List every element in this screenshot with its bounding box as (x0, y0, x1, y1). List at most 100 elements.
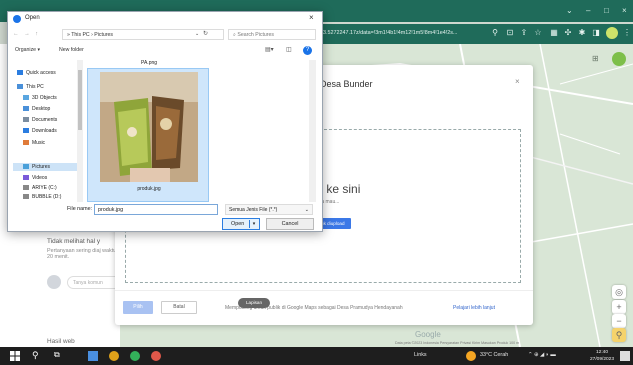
pin-icon[interactable]: ✱ (577, 28, 587, 38)
nav-item-pictures[interactable]: Pictures (23, 164, 50, 170)
product-photo-icon (100, 72, 198, 182)
nav-item-documents[interactable]: Documents (23, 117, 57, 123)
open-label: Open (231, 221, 245, 227)
filename-input[interactable]: produk.jpg (94, 204, 218, 215)
chevron-down-icon[interactable]: ⌄ (566, 6, 573, 15)
new-folder-button[interactable]: New folder (59, 47, 84, 53)
zoom-in-button[interactable]: + (612, 300, 626, 314)
clock-time: 12:40 (596, 350, 609, 355)
search-input[interactable]: ⌕ Search Pictures (228, 29, 316, 40)
submit-select-button[interactable]: Pilih (123, 301, 153, 314)
toolbar: Organize ▾ New folder ▤▾ ◫ ? (8, 45, 322, 57)
close-window-icon[interactable]: × (622, 6, 627, 15)
notifications-icon[interactable] (620, 351, 630, 361)
file-list: PA.png produk.jpg (80, 60, 316, 202)
nav-item-desktop[interactable]: Desktop (23, 106, 50, 112)
nav-item-3d-objects[interactable]: 3D Objects (23, 95, 57, 101)
file-list-scrollbar[interactable] (309, 60, 316, 202)
clock[interactable]: 12:40 27/09/2023 (590, 349, 614, 363)
translate-icon[interactable]: ⊡ (505, 28, 515, 38)
extensions-icon[interactable]: ▦ (549, 28, 559, 38)
filetype-select[interactable]: Semua Jenis File (*.*) ⌄ (225, 204, 313, 215)
task-view-icon[interactable]: ⧉ (54, 350, 64, 360)
links-toolbar[interactable]: Links (414, 352, 427, 358)
map-credits: Data peta ©2023 Indonesia Persyaratan Pr… (395, 341, 520, 345)
notice-title: Tidak melihat hal y (47, 238, 101, 245)
puzzle-icon[interactable]: ✣ (563, 28, 573, 38)
close-icon[interactable]: × (309, 13, 314, 22)
dialog-buttons: Open ▾ Cancel (8, 218, 322, 232)
computer-icon (17, 84, 23, 89)
document-icon (23, 117, 29, 122)
notice-body: Pertanyaan sering diaj waktu 20 menit. (47, 248, 117, 260)
star-icon (17, 70, 23, 75)
bookmark-star-icon[interactable]: ☆ (533, 28, 543, 38)
windows-start-icon[interactable] (10, 351, 20, 361)
apps-grid-icon[interactable]: ⊞ (592, 54, 602, 64)
nav-item-videos[interactable]: Videos (23, 175, 47, 181)
upload-footer: Pilih Batal Memposting untuk publik di G… (115, 290, 533, 325)
weather-text[interactable]: 33°C Cerah (480, 352, 508, 358)
address-bar[interactable]: 13.5272247.17z/data=!3m1!4b1!4m12!1m5!8m… (318, 24, 633, 44)
cancel-button[interactable]: Batal (161, 301, 197, 314)
profile-avatar-icon[interactable] (606, 27, 618, 39)
nav-item-this-pc[interactable]: This PC (17, 84, 44, 90)
chevron-down-icon[interactable]: ⌄ (195, 31, 199, 37)
location-icon[interactable]: ⚲ (490, 28, 500, 38)
dialog-titlebar: Open × (8, 12, 322, 26)
web-results-heading: Hasil web (47, 338, 75, 345)
search-icon[interactable]: ⚲ (32, 350, 42, 360)
zoom-out-button[interactable]: − (612, 314, 626, 328)
nav-item-music[interactable]: Music (23, 140, 45, 146)
nav-item-drive-d[interactable]: BUBBLE (D:) (23, 194, 61, 200)
nav-arrows-icon[interactable]: ← → ↑ (13, 31, 40, 37)
tray-icons[interactable]: ⌃ ⊕ ◢ ◗ ▬ (528, 352, 556, 358)
open-button[interactable]: Open ▾ (222, 218, 260, 230)
nav-item-drive-c[interactable]: ARIYE (C:) (23, 185, 57, 191)
chevron-down-icon[interactable]: ▾ (249, 220, 258, 228)
file-name-label: produk.jpg (137, 186, 161, 192)
breadcrumb[interactable]: » This PC › Pictures (62, 29, 224, 40)
view-options-icon[interactable]: ▤▾ (265, 46, 274, 53)
search-placeholder: Search Pictures (237, 32, 274, 38)
navigation-pane: Quick access This PC 3D Objects Desktop … (13, 60, 83, 202)
clock-date: 27/09/2023 (590, 357, 615, 362)
chrome-active-icon[interactable] (151, 351, 161, 361)
image-thumbnail (100, 72, 198, 182)
edge-icon[interactable] (109, 351, 119, 361)
share-icon[interactable]: ⇪ (519, 28, 529, 38)
nav-item-quick-access[interactable]: Quick access (17, 70, 56, 76)
minimize-icon[interactable]: – (586, 6, 590, 15)
account-avatar[interactable] (612, 52, 626, 66)
preview-pane-icon[interactable]: ◫ (286, 46, 292, 53)
learn-more-link[interactable]: Pelajari lebih lanjut (453, 305, 495, 311)
drive-icon (23, 185, 29, 190)
chrome-icon (13, 15, 21, 23)
locate-me-icon[interactable]: ◎ (612, 285, 626, 299)
layers-button[interactable]: Lapisan (238, 298, 270, 308)
chevron-down-icon: ⌄ (304, 207, 309, 213)
filename-row: File name: produk.jpg Semua Jenis File (… (8, 204, 322, 216)
organize-button[interactable]: Organize ▾ (15, 47, 40, 53)
refresh-icon[interactable]: ↻ (203, 30, 208, 37)
desktop-icon (23, 106, 29, 111)
user-avatar (47, 275, 61, 289)
pegman-icon[interactable]: ⚲ (612, 328, 626, 342)
cancel-button[interactable]: Cancel (266, 218, 314, 230)
maximize-icon[interactable]: □ (604, 6, 609, 15)
music-icon (23, 140, 29, 145)
weather-sun-icon[interactable] (466, 351, 476, 361)
nav-item-downloads[interactable]: Downloads (23, 128, 57, 134)
url-text[interactable]: 13.5272247.17z/data=!3m1!4b1!4m12!1m5!8m… (320, 30, 457, 36)
menu-dots-icon[interactable]: ⋮ (622, 28, 632, 38)
file-tile-selected[interactable]: produk.jpg (87, 68, 209, 202)
sidebar-icon[interactable]: ◨ (591, 28, 601, 38)
chrome-icon[interactable] (130, 351, 140, 361)
file-explorer-icon[interactable] (88, 351, 98, 361)
close-icon[interactable]: × (515, 77, 520, 86)
file-item-label[interactable]: PA.png (141, 60, 157, 66)
help-icon[interactable]: ? (303, 46, 312, 55)
dialog-title: Open (25, 15, 40, 21)
google-logo: Google (415, 330, 441, 339)
navigation-row: ← → ↑ » This PC › Pictures ⌄ ↻ ⌕ Search … (8, 28, 322, 42)
